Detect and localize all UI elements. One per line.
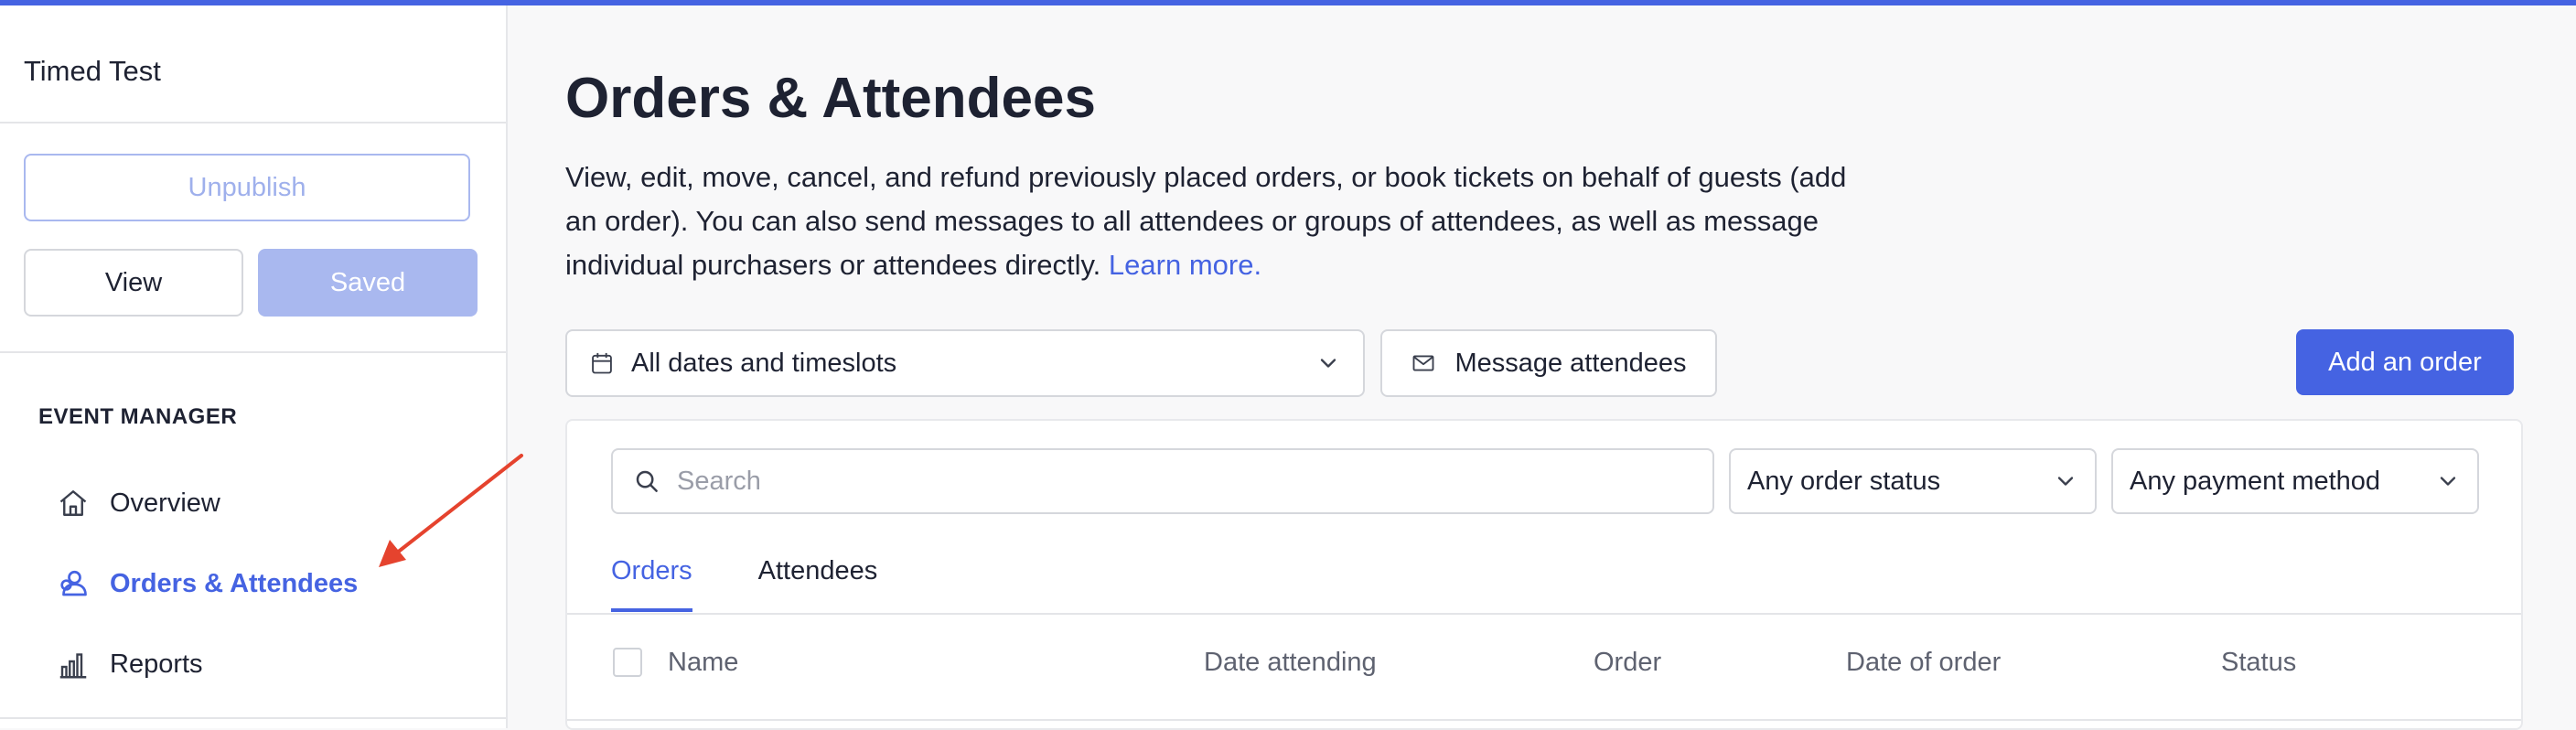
order-status-value: Any order status bbox=[1747, 466, 1941, 496]
divider bbox=[0, 351, 506, 353]
orders-panel: Any order status Any payment method Orde… bbox=[565, 419, 2523, 730]
section-label-event-manager: EVENT MANAGER bbox=[38, 404, 238, 429]
chevron-down-icon bbox=[2440, 477, 2456, 486]
tabs-divider bbox=[567, 613, 2521, 615]
column-header-order[interactable]: Order bbox=[1594, 648, 1661, 678]
divider bbox=[0, 717, 506, 719]
bar-chart-icon bbox=[59, 653, 87, 679]
home-icon bbox=[59, 490, 87, 516]
sidebar-item-label: Orders & Attendees bbox=[110, 568, 359, 598]
tab-bar: Orders Attendees bbox=[611, 556, 877, 612]
attendees-icon bbox=[60, 570, 87, 596]
annotation-arrow-icon bbox=[379, 454, 523, 567]
search-input[interactable] bbox=[677, 466, 1692, 497]
tab-attendees[interactable]: Attendees bbox=[758, 556, 878, 612]
event-title: Timed Test bbox=[24, 55, 161, 87]
divider bbox=[0, 122, 506, 123]
page-title: Orders & Attendees bbox=[565, 67, 1096, 130]
learn-more-link[interactable]: Learn more. bbox=[1109, 249, 1261, 281]
table-header: Name Date attending Order Date of order … bbox=[567, 644, 2521, 681]
table-header-divider bbox=[567, 719, 2521, 721]
message-attendees-button[interactable]: Message attendees bbox=[1380, 329, 1717, 397]
sidebar: Timed Test Unpublish View Saved EVENT MA… bbox=[0, 5, 508, 728]
view-button[interactable]: View bbox=[24, 249, 243, 317]
select-all-checkbox[interactable] bbox=[613, 648, 642, 677]
column-header-status[interactable]: Status bbox=[2221, 648, 2296, 678]
chevron-down-icon bbox=[1320, 359, 1336, 368]
page-description: View, edit, move, cancel, and refund pre… bbox=[565, 156, 1864, 287]
search-box[interactable] bbox=[611, 448, 1714, 514]
sidebar-item-reports[interactable]: Reports bbox=[57, 644, 203, 684]
date-filter-value: All dates and timeslots bbox=[631, 348, 897, 378]
date-filter-select[interactable]: All dates and timeslots bbox=[565, 329, 1365, 397]
envelope-icon bbox=[1413, 355, 1434, 371]
column-header-date-attending[interactable]: Date attending bbox=[1204, 648, 1377, 678]
sidebar-item-orders-attendees[interactable]: Orders & Attendees bbox=[57, 564, 358, 604]
payment-method-select[interactable]: Any payment method bbox=[2111, 448, 2479, 514]
unpublish-button[interactable]: Unpublish bbox=[24, 154, 470, 221]
column-header-date-of-order[interactable]: Date of order bbox=[1846, 648, 2001, 678]
payment-method-value: Any payment method bbox=[2130, 466, 2381, 496]
sidebar-item-label: Overview bbox=[110, 488, 220, 518]
message-attendees-label: Message attendees bbox=[1454, 348, 1687, 378]
calendar-icon bbox=[592, 352, 612, 374]
chevron-down-icon bbox=[2057, 477, 2074, 486]
sidebar-item-label: Reports bbox=[110, 649, 203, 679]
search-icon bbox=[636, 470, 658, 492]
column-header-name[interactable]: Name bbox=[668, 648, 738, 678]
tab-orders[interactable]: Orders bbox=[611, 556, 692, 612]
saved-button[interactable]: Saved bbox=[258, 249, 478, 317]
add-order-button[interactable]: Add an order bbox=[2296, 329, 2514, 395]
order-status-select[interactable]: Any order status bbox=[1729, 448, 2097, 514]
sidebar-item-overview[interactable]: Overview bbox=[57, 483, 220, 523]
